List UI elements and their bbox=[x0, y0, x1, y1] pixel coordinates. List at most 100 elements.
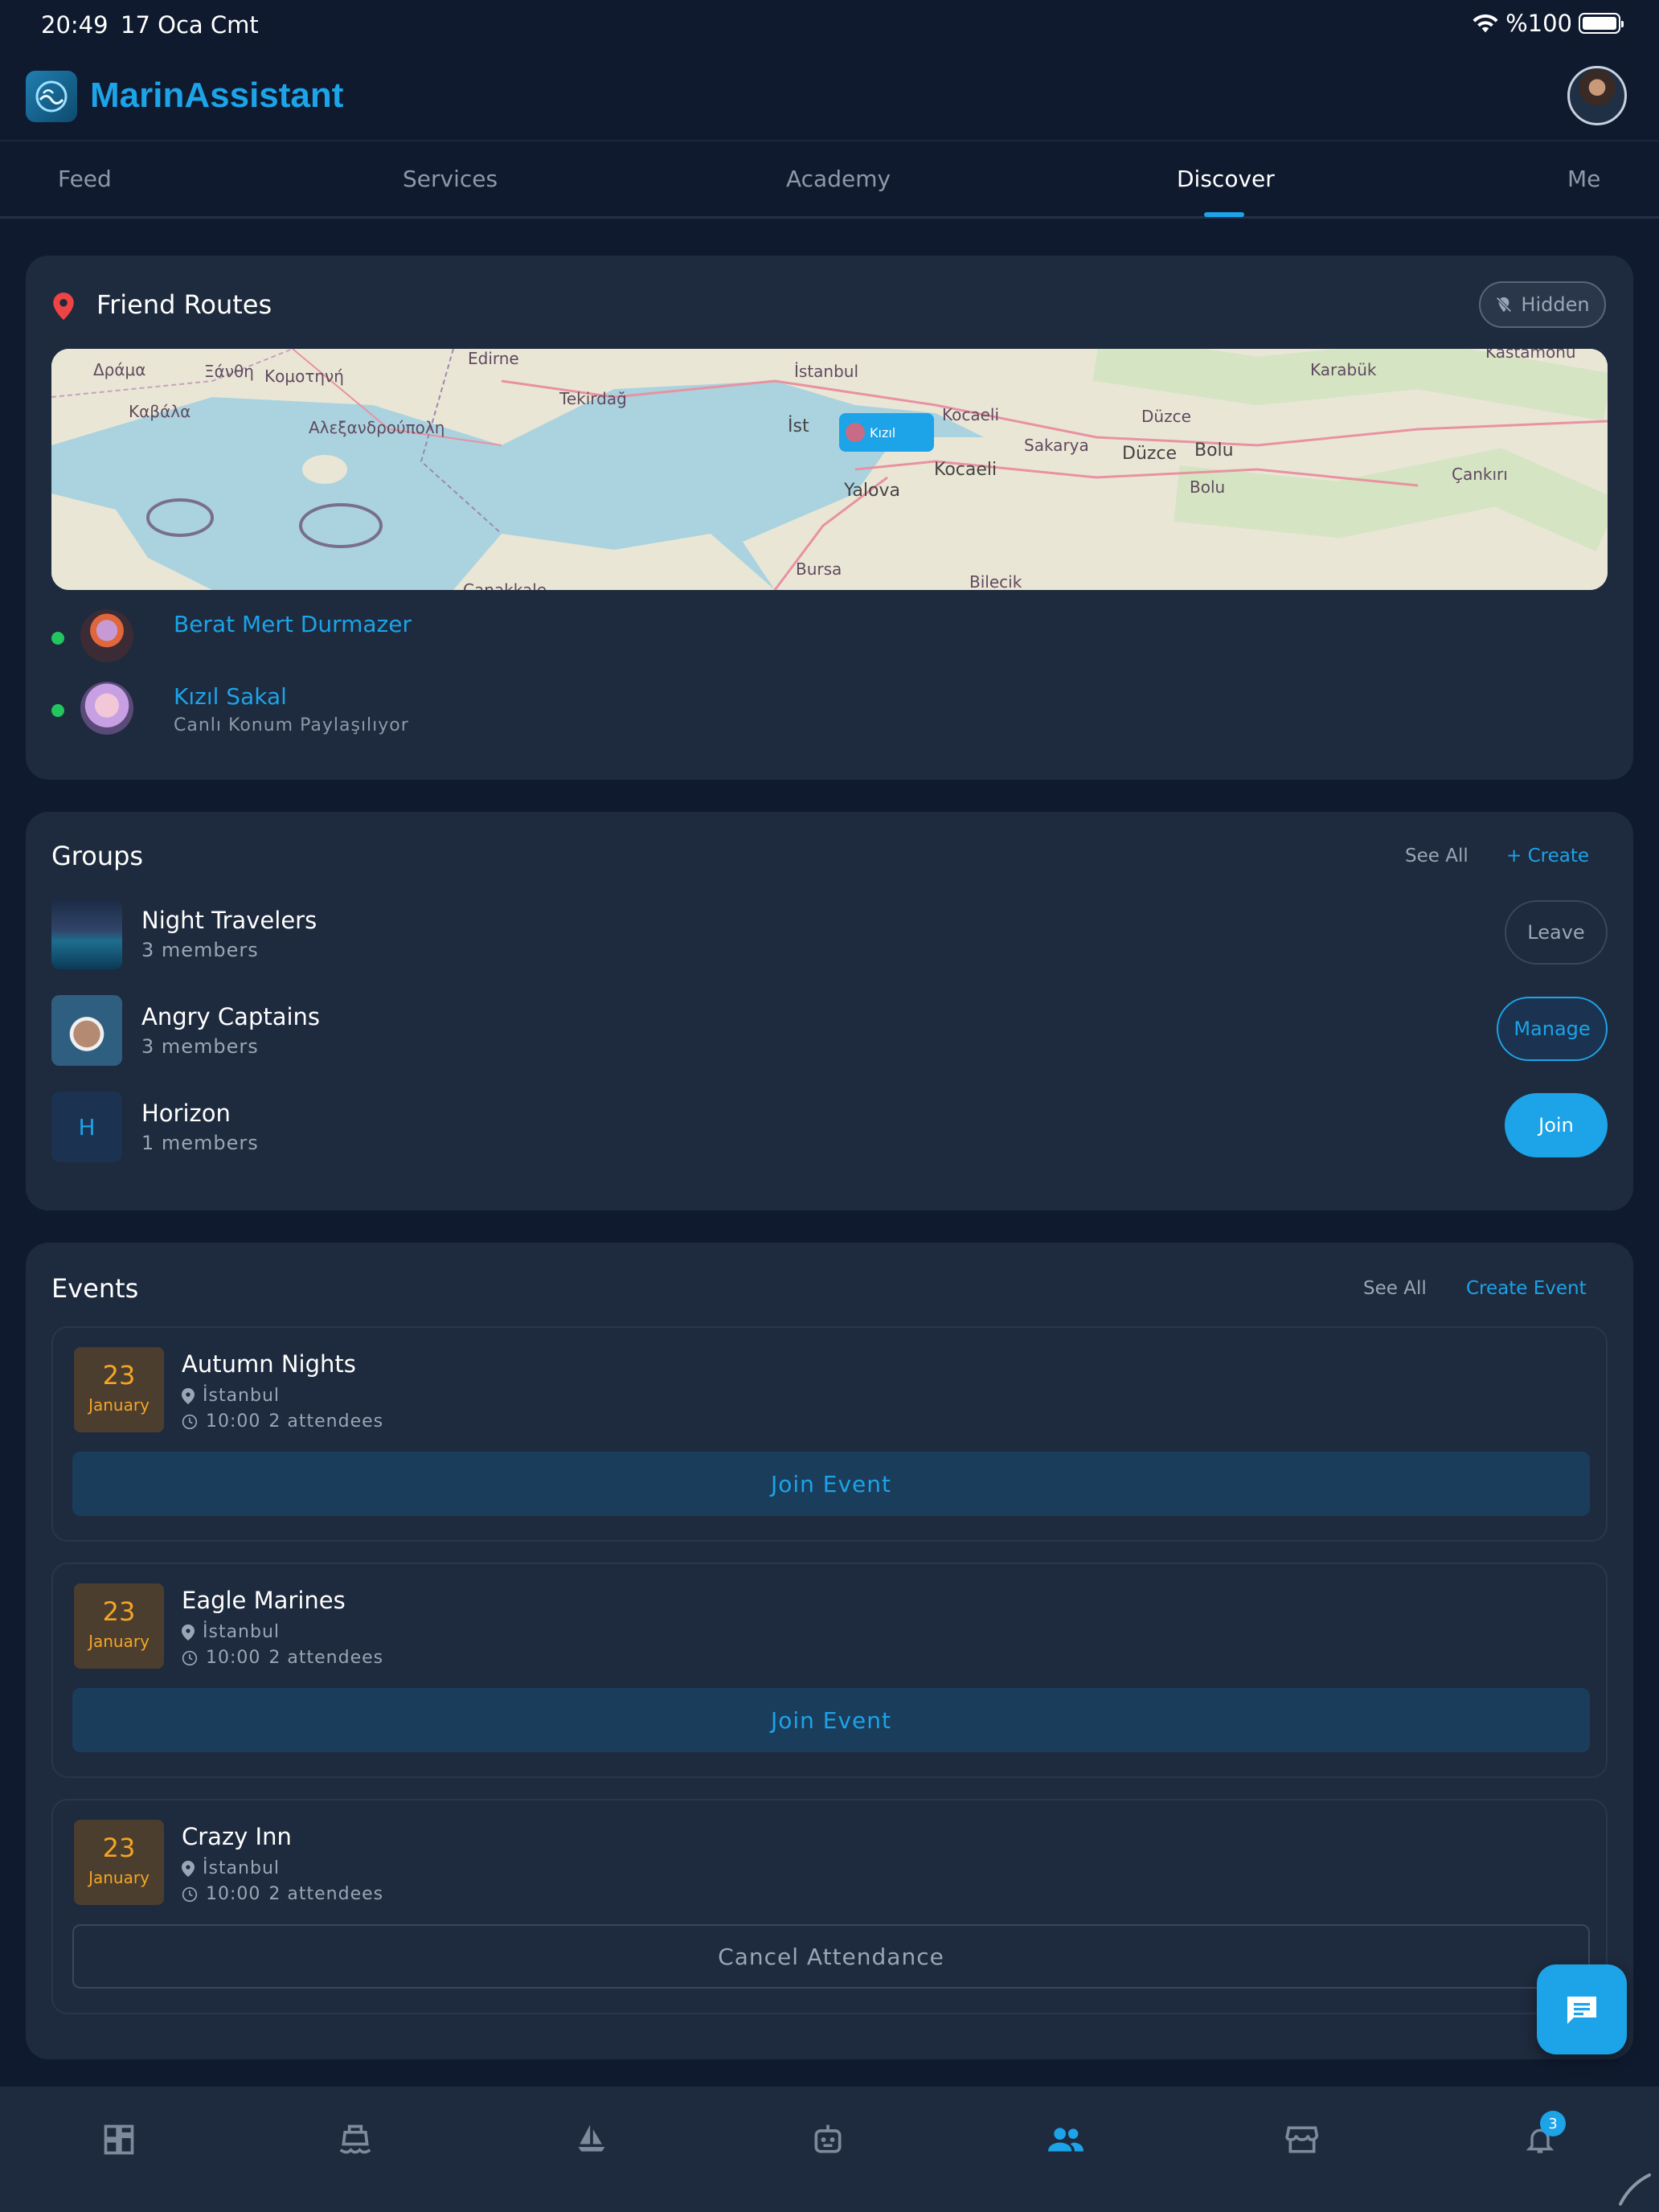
event-location: İstanbul bbox=[203, 1386, 281, 1406]
dashboard-icon bbox=[104, 2124, 134, 2155]
events-see-all-link[interactable]: See All bbox=[1363, 1278, 1427, 1299]
group-name: Night Travelers bbox=[141, 907, 317, 934]
map-label: Bolu bbox=[1190, 477, 1226, 497]
clock-icon bbox=[182, 1886, 198, 1902]
status-date: 17 Oca Cmt bbox=[121, 11, 259, 39]
home-indicator bbox=[1619, 2173, 1651, 2206]
join-event-button[interactable]: Join Event bbox=[72, 1452, 1590, 1516]
group-name: Horizon bbox=[141, 1100, 231, 1127]
nav-notifications[interactable]: 3 bbox=[1516, 2111, 1566, 2164]
event-location-row: İstanbul bbox=[182, 1622, 280, 1642]
event-meta-row: 10:00 2 attendees bbox=[182, 1648, 383, 1668]
top-tabs: Feed Services Academy Discover Me bbox=[0, 143, 1659, 219]
nav-assistant[interactable] bbox=[804, 2116, 852, 2164]
nav-ship[interactable] bbox=[331, 2116, 379, 2164]
event-location: İstanbul bbox=[203, 1858, 281, 1878]
map-label: Çankırı bbox=[1452, 465, 1508, 484]
app-logo bbox=[26, 71, 77, 122]
friend-routes-title: Friend Routes bbox=[96, 289, 272, 320]
tab-services[interactable]: Services bbox=[403, 166, 498, 192]
event-location: İstanbul bbox=[203, 1622, 281, 1642]
group-row[interactable]: H Horizon 1 members Join bbox=[51, 1092, 1608, 1162]
robot-icon bbox=[814, 2124, 842, 2153]
event-time: 10:00 bbox=[206, 1884, 261, 1904]
event-day: 23 bbox=[102, 1833, 136, 1863]
create-event-link[interactable]: Create Event bbox=[1466, 1278, 1587, 1299]
app-title: MarinAssistant bbox=[90, 76, 344, 115]
tab-feed[interactable]: Feed bbox=[58, 166, 112, 192]
event-month: January bbox=[88, 1395, 150, 1415]
marker-label: Kızıl bbox=[870, 424, 896, 440]
groups-card: Groups See All + Create Night Travelers … bbox=[26, 812, 1633, 1210]
status-indicators: %100 bbox=[1472, 10, 1624, 37]
profile-avatar[interactable] bbox=[1567, 66, 1627, 125]
store-icon bbox=[1285, 2126, 1319, 2153]
friend-routes-card: Friend Routes Hidden Δράμα Ξάνθη Κομοτην… bbox=[26, 256, 1633, 780]
clock-icon bbox=[182, 1414, 198, 1429]
events-card: Events See All Create Event 23 January A… bbox=[26, 1243, 1633, 2059]
friend-item[interactable]: Kızıl Sakal Canlı Konum Paylaşılıyor bbox=[51, 682, 775, 738]
online-status-dot bbox=[51, 704, 64, 717]
nav-social[interactable] bbox=[1042, 2116, 1090, 2164]
friend-item[interactable]: Berat Mert Durmazer bbox=[51, 609, 775, 666]
group-members: 3 members bbox=[141, 939, 259, 961]
join-event-button[interactable]: Join Event bbox=[72, 1688, 1590, 1752]
groups-title: Groups bbox=[51, 841, 144, 871]
tab-discover[interactable]: Discover bbox=[1177, 166, 1275, 192]
notification-badge: 3 bbox=[1540, 2111, 1566, 2136]
groups-see-all-link[interactable]: See All bbox=[1405, 846, 1469, 866]
group-members: 3 members bbox=[141, 1035, 259, 1058]
map-label: Kocaeli bbox=[934, 460, 997, 480]
app-header: MarinAssistant bbox=[0, 51, 1659, 141]
battery-icon bbox=[1579, 13, 1624, 34]
map-label: İstanbul bbox=[794, 362, 859, 381]
tab-me[interactable]: Me bbox=[1567, 166, 1600, 192]
friend-avatar bbox=[80, 609, 133, 662]
map-label: Κομοτηνή bbox=[264, 367, 344, 386]
location-pin-icon bbox=[182, 1860, 195, 1877]
map-label: Karabük bbox=[1310, 360, 1377, 379]
join-group-button[interactable]: Join bbox=[1505, 1093, 1608, 1157]
hidden-label: Hidden bbox=[1521, 293, 1590, 316]
map-label: Tekirdağ bbox=[559, 389, 627, 408]
map-label: Δράμα bbox=[93, 360, 146, 379]
event-attendees: 2 attendees bbox=[268, 1648, 384, 1668]
nav-dashboard[interactable] bbox=[95, 2116, 143, 2164]
chat-icon bbox=[1567, 1997, 1596, 2024]
chat-fab-button[interactable] bbox=[1537, 1964, 1627, 2054]
event-meta-row: 10:00 2 attendees bbox=[182, 1411, 383, 1432]
event-day: 23 bbox=[102, 1360, 136, 1391]
friend-name[interactable]: Berat Mert Durmazer bbox=[174, 611, 412, 637]
map-label: Bilecik bbox=[969, 572, 1022, 590]
event-time: 10:00 bbox=[206, 1648, 261, 1668]
cancel-attendance-button[interactable]: Cancel Attendance bbox=[72, 1924, 1590, 1989]
status-time: 20:49 bbox=[41, 11, 109, 39]
map-label: Düzce bbox=[1141, 407, 1191, 426]
group-members: 1 members bbox=[141, 1132, 259, 1154]
location-pin-icon bbox=[182, 1387, 195, 1404]
friend-name[interactable]: Kızıl Sakal bbox=[174, 683, 287, 710]
group-row[interactable]: Angry Captains 3 members Manage bbox=[51, 995, 1608, 1066]
map-label: Ξάνθη bbox=[204, 362, 254, 381]
event-attendees: 2 attendees bbox=[268, 1411, 384, 1432]
clock-icon bbox=[182, 1650, 198, 1665]
event-location-row: İstanbul bbox=[182, 1386, 280, 1406]
friend-routes-map[interactable]: Δράμα Ξάνθη Κομοτηνή Καβάλα Αλεξανδρούπο… bbox=[51, 349, 1608, 590]
friend-map-marker[interactable]: Kızıl bbox=[839, 413, 934, 452]
online-status-dot bbox=[51, 632, 64, 645]
nav-store[interactable] bbox=[1278, 2116, 1326, 2164]
event-location-row: İstanbul bbox=[182, 1858, 280, 1878]
create-group-link[interactable]: + Create bbox=[1506, 846, 1589, 866]
map-label: Καβάλα bbox=[129, 402, 191, 421]
manage-group-button[interactable]: Manage bbox=[1497, 997, 1608, 1061]
map-label: Çanakkale bbox=[463, 580, 547, 590]
group-initial-avatar: H bbox=[51, 1092, 122, 1162]
visibility-toggle[interactable]: Hidden bbox=[1479, 281, 1606, 328]
event-meta-row: 10:00 2 attendees bbox=[182, 1884, 383, 1904]
leave-group-button[interactable]: Leave bbox=[1505, 900, 1608, 965]
nav-sailboat[interactable] bbox=[567, 2116, 616, 2164]
wifi-icon bbox=[1473, 14, 1498, 33]
battery-percent: %100 bbox=[1505, 10, 1572, 37]
group-row[interactable]: Night Travelers 3 members Leave bbox=[51, 899, 1608, 969]
tab-academy[interactable]: Academy bbox=[786, 166, 891, 192]
